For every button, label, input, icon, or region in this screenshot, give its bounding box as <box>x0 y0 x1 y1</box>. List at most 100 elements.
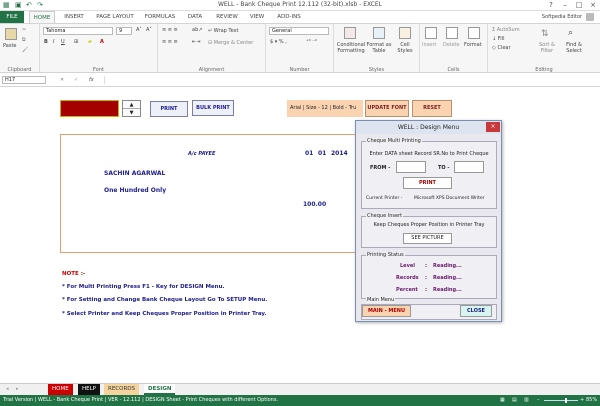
maximize-icon[interactable]: □ <box>572 0 586 11</box>
normal-view-icon[interactable]: ▦ <box>500 395 505 406</box>
format-painter-icon[interactable]: 🖌 <box>22 47 28 53</box>
merge-center-button[interactable]: ⊟ Merge & Center <box>208 40 253 46</box>
tab-insert[interactable]: INSERT <box>60 11 88 23</box>
insert-cells-icon[interactable] <box>425 27 437 39</box>
tab-review[interactable]: REVIEW <box>212 11 242 23</box>
delete-cells-label[interactable]: Delete <box>443 42 459 48</box>
main-menu-button[interactable]: MAIN - MENU <box>362 305 411 317</box>
format-as-table-icon[interactable] <box>373 27 385 39</box>
indent-icon[interactable]: ⇤⇥ <box>192 39 200 45</box>
tab-add-ins[interactable]: ADD-INS <box>274 11 304 23</box>
decimal-icon[interactable]: ⁺⁰ ⁻⁰ <box>306 39 317 45</box>
user-name[interactable]: Softpedia Editor <box>510 14 582 20</box>
current-printer-name: Microsoft XPS Document Writer <box>414 196 485 201</box>
tab-file[interactable]: FILE <box>0 11 24 23</box>
zoom-in-icon[interactable]: + <box>580 395 584 406</box>
autosum-button[interactable]: Σ AutoSum <box>492 27 520 33</box>
shrink-font-icon[interactable]: A˅ <box>146 27 152 33</box>
avatar[interactable] <box>586 13 594 21</box>
next-sheet-icon[interactable]: ▸ <box>16 386 19 392</box>
find-icon[interactable]: ⌕ <box>568 28 573 38</box>
grow-font-icon[interactable]: A˄ <box>136 27 142 33</box>
insert-cells-label[interactable]: Insert <box>422 42 436 48</box>
design-menu-dialog: WELL : Design Menu × Cheque Multi Printi… <box>355 120 502 322</box>
font-info-cell: Arial | Size - 12 | Bold - Tru <box>287 100 363 117</box>
merge-label: Merge & Center <box>213 40 254 46</box>
number-format-select[interactable]: General <box>269 27 329 35</box>
level-value: Reading... <box>433 263 462 269</box>
cell-styles-icon[interactable] <box>399 27 411 39</box>
format-cells-icon[interactable] <box>468 27 480 39</box>
spin-down-icon[interactable]: ▼ <box>123 109 140 117</box>
sort-filter-button[interactable]: Sort & Filter <box>535 42 559 54</box>
paste-label[interactable]: Paste <box>3 43 17 49</box>
format-as-table-button[interactable]: Format as Table <box>366 42 392 54</box>
zoom-out-icon[interactable]: – <box>537 395 540 406</box>
sheet-tab-design[interactable]: DESIGN <box>144 384 176 395</box>
currency-icon[interactable]: $ ▾ % , <box>270 39 287 45</box>
sheet-tab-home[interactable]: HOME <box>48 384 73 395</box>
italic-icon[interactable]: I <box>53 39 54 45</box>
color-swatch[interactable] <box>60 100 119 117</box>
format-cells-label[interactable]: Format <box>464 42 482 48</box>
copy-icon[interactable]: ⧉ <box>22 37 26 43</box>
zoom-level[interactable]: 85% <box>586 395 597 406</box>
border-icon[interactable]: ⊞ <box>74 39 78 45</box>
spin-button[interactable]: ▲ ▼ <box>122 100 141 117</box>
sheet-tab-help[interactable]: HELP <box>78 384 100 395</box>
fx-icon[interactable]: fx <box>89 77 94 83</box>
dialog-close-icon[interactable]: × <box>486 122 500 132</box>
close-window-icon[interactable]: × <box>586 0 600 11</box>
orientation-icon[interactable]: ab↗ <box>192 27 202 33</box>
prev-sheet-icon[interactable]: ◂ <box>6 386 9 392</box>
name-box[interactable]: H17 <box>2 76 46 84</box>
minimize-icon[interactable]: – <box>558 0 572 11</box>
find-select-button[interactable]: Find & Select <box>562 42 586 54</box>
align-top-icon[interactable]: ≡ ≡ ≡ <box>162 27 178 33</box>
cancel-formula-icon[interactable]: ✕ <box>60 77 64 83</box>
to-input[interactable] <box>454 161 484 173</box>
font-name-select[interactable]: Tahoma <box>43 27 113 35</box>
paste-icon[interactable] <box>5 28 17 40</box>
printing-status-frame <box>361 255 497 299</box>
dialog-close-button[interactable]: CLOSE <box>460 305 492 317</box>
from-input[interactable] <box>396 161 426 173</box>
conditional-formatting-button[interactable]: Conditional Formatting <box>335 42 367 54</box>
font-color-icon[interactable]: A <box>100 39 104 45</box>
tab-page-layout[interactable]: PAGE LAYOUT <box>92 11 138 23</box>
font-size-select[interactable]: 9 <box>116 27 132 35</box>
reset-button[interactable]: RESET <box>412 100 452 117</box>
page-layout-view-icon[interactable]: ▤ <box>512 395 517 406</box>
bulk-print-button[interactable]: BULK PRINT <box>192 100 234 116</box>
help-icon[interactable]: ? <box>544 0 558 11</box>
zoom-slider[interactable] <box>544 400 578 401</box>
sort-filter-icon[interactable]: ⇅ <box>541 29 549 39</box>
see-picture-button[interactable]: SEE PICTURE <box>403 233 452 244</box>
wrap-text-button[interactable]: ↵ Wrap Text <box>208 28 239 34</box>
spin-up-icon[interactable]: ▲ <box>123 101 140 109</box>
window-title: WELL - Bank Cheque Print 12.112 (32-bit)… <box>217 1 382 8</box>
tab-data[interactable]: DATA <box>184 11 206 23</box>
cell-styles-button[interactable]: Cell Styles <box>394 42 416 54</box>
tab-formulas[interactable]: FORMULAS <box>142 11 178 23</box>
formula-input[interactable] <box>104 76 594 84</box>
date-day: 01 <box>305 150 314 157</box>
bold-icon[interactable]: B <box>44 39 48 45</box>
print-button[interactable]: PRINT <box>150 101 188 117</box>
page-break-view-icon[interactable]: ▥ <box>524 395 529 406</box>
conditional-formatting-icon[interactable] <box>344 27 356 39</box>
underline-icon[interactable]: U <box>61 39 65 45</box>
update-font-button[interactable]: UPDATE FONT <box>365 100 409 117</box>
zoom-slider-thumb[interactable] <box>565 398 567 403</box>
enter-formula-icon[interactable]: ✓ <box>74 77 78 83</box>
sheet-tab-records[interactable]: RECORDS <box>104 384 140 395</box>
dialog-print-button[interactable]: PRINT <box>403 177 452 189</box>
delete-cells-icon[interactable] <box>446 27 458 39</box>
tab-home[interactable]: HOME <box>29 11 55 23</box>
align-left-icon[interactable]: ≡ ≡ ≡ <box>162 39 178 45</box>
clear-button[interactable]: ◇ Clear <box>492 45 511 51</box>
tab-view[interactable]: VIEW <box>246 11 268 23</box>
fill-button[interactable]: ↓ Fill <box>492 36 504 42</box>
fill-color-icon[interactable]: ▰ <box>88 39 92 45</box>
cut-icon[interactable]: ✂ <box>22 27 26 33</box>
